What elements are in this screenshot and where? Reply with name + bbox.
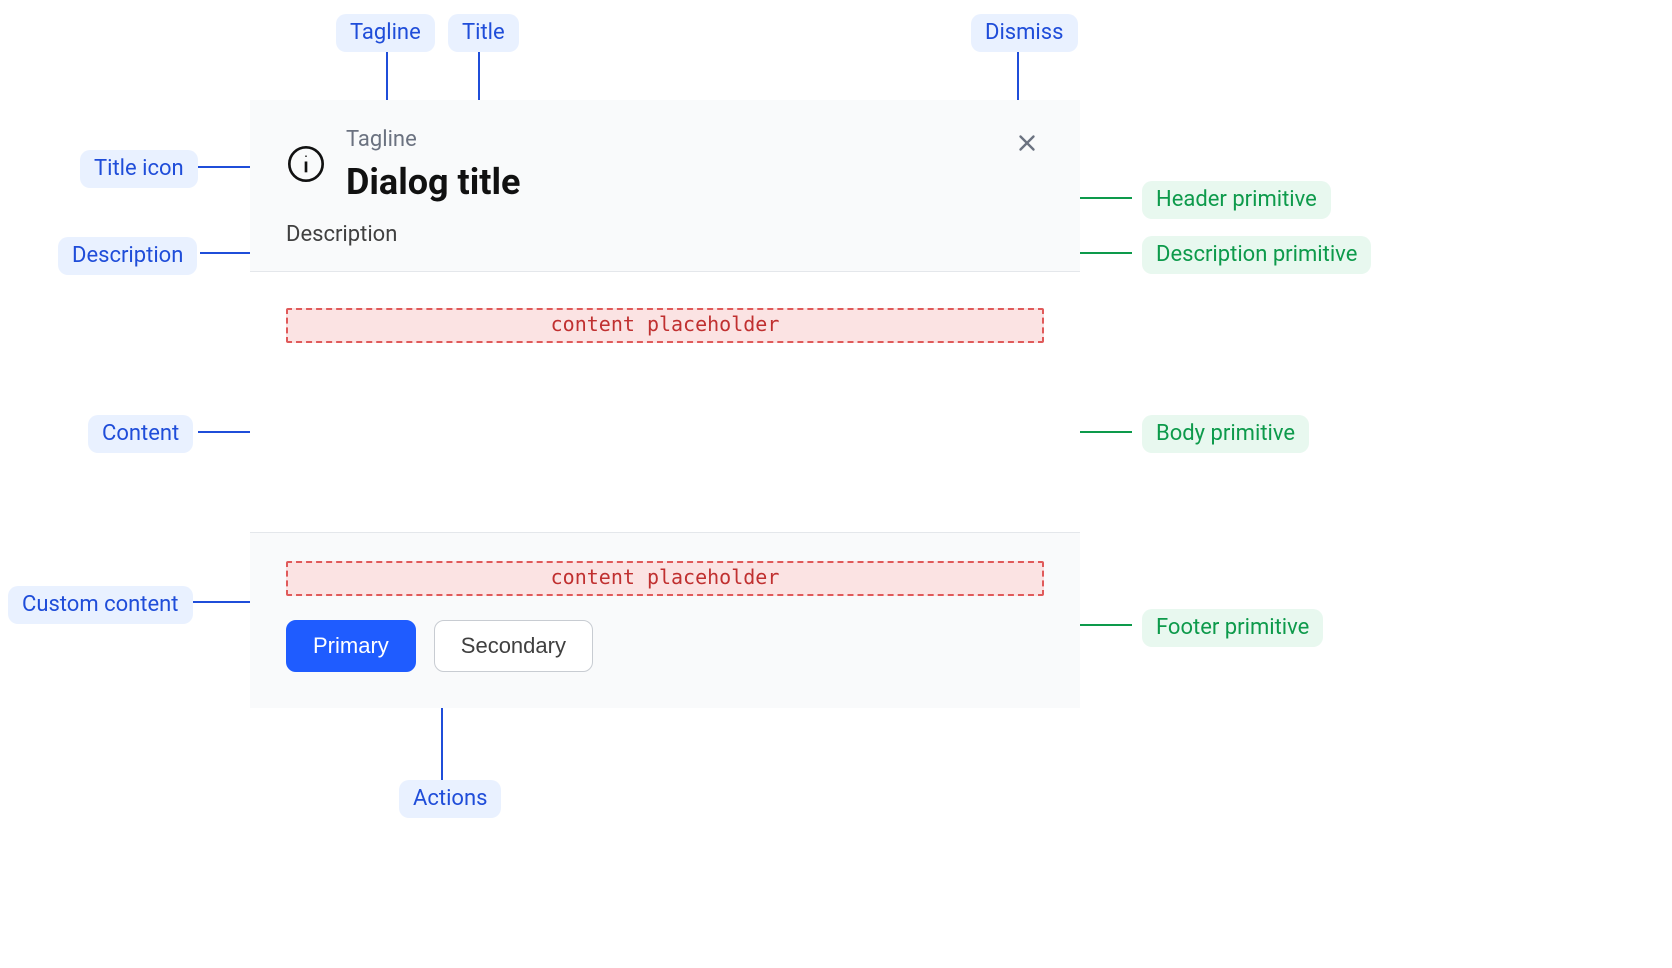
dismiss-button[interactable]: [1014, 130, 1040, 156]
info-icon: [286, 144, 326, 184]
dialog-title: Dialog title: [346, 161, 520, 204]
annotation-dismiss: Dismiss: [971, 14, 1078, 52]
dialog-header-primitive: Tagline Dialog title Description: [250, 100, 1080, 272]
annotation-tagline: Tagline: [336, 14, 435, 52]
footer-content-placeholder: content placeholder: [286, 561, 1044, 596]
dialog-tagline: Tagline: [346, 126, 520, 155]
dialog-description: Description: [286, 222, 1044, 247]
secondary-button[interactable]: Secondary: [434, 620, 593, 672]
dialog-actions: Primary Secondary: [286, 620, 1044, 672]
annotation-title-icon: Title icon: [80, 150, 198, 188]
annotation-header-primitive: Header primitive: [1142, 181, 1331, 219]
annotation-description-primitive: Description primitive: [1142, 236, 1371, 274]
dialog-footer-primitive: content placeholder Primary Secondary: [250, 532, 1080, 708]
annotation-custom-content: Custom content: [8, 586, 193, 624]
dialog-card: Tagline Dialog title Description content…: [250, 100, 1080, 708]
dialog-body-primitive: content placeholder: [250, 272, 1080, 532]
annotation-body-primitive: Body primitive: [1142, 415, 1309, 453]
annotation-description: Description: [58, 237, 197, 275]
primary-button[interactable]: Primary: [286, 620, 416, 672]
annotation-title: Title: [448, 14, 519, 52]
annotation-footer-primitive: Footer primitive: [1142, 609, 1323, 647]
annotation-actions: Actions: [399, 780, 501, 818]
body-content-placeholder: content placeholder: [286, 308, 1044, 343]
annotation-content: Content: [88, 415, 193, 453]
